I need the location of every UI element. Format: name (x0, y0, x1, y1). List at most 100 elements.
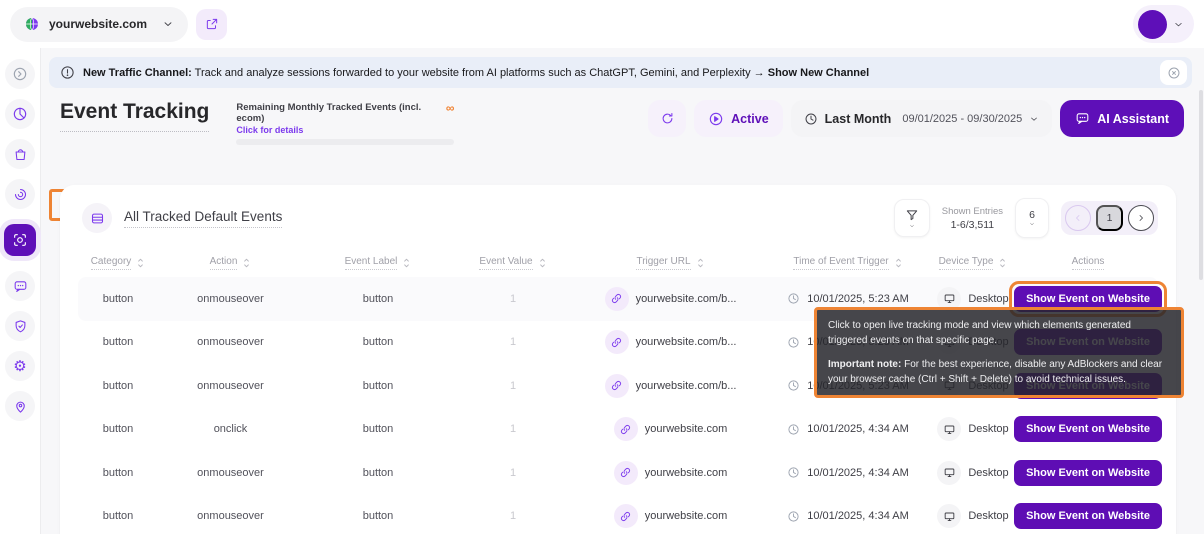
desktop-icon (937, 461, 961, 485)
remaining-events-widget: Remaining Monthly Tracked Events (incl. … (236, 100, 454, 145)
sort-icon[interactable] (538, 257, 547, 269)
trigger-url[interactable]: yourwebsite.com (645, 510, 728, 522)
table-row: button onmouseover button 1 yourwebsite.… (78, 495, 1158, 534)
play-circle-icon (708, 111, 724, 127)
sort-icon[interactable] (696, 257, 705, 269)
current-page[interactable]: 1 (1096, 205, 1123, 231)
website-favicon-globe-icon (24, 16, 40, 32)
link-icon (605, 374, 629, 398)
clock-icon (804, 112, 818, 126)
remaining-events-progressbar (236, 139, 454, 145)
link-icon (605, 287, 629, 311)
avatar (1138, 10, 1167, 39)
clock-icon (787, 466, 800, 479)
device-type: Desktop (968, 510, 1008, 522)
trigger-url[interactable]: yourwebsite.com (645, 423, 728, 435)
trigger-url[interactable]: yourwebsite.com (645, 467, 728, 479)
app-root: yourwebsite.com (0, 0, 1204, 534)
privacy-shield-icon[interactable] (5, 311, 35, 341)
refresh-button[interactable] (648, 100, 686, 137)
page-size-select[interactable]: 6 (1015, 198, 1049, 238)
page-header: Event Tracking Remaining Monthly Tracked… (60, 100, 1184, 145)
tooltip-line1: Click to open live tracking mode and vie… (828, 318, 1170, 348)
show-event-on-website-button[interactable]: Show Event on Website (1014, 503, 1162, 529)
events-table-card: All Tracked Default Events Shown Entries… (60, 185, 1176, 534)
sort-icon[interactable] (998, 257, 1007, 269)
table-tools: Shown Entries 1-6/3,511 6 1 (894, 198, 1158, 238)
analytics-pie-icon[interactable] (5, 99, 35, 129)
column-header[interactable]: Event Label (303, 256, 453, 270)
shopping-bag-icon[interactable] (5, 139, 35, 169)
trigger-url[interactable]: yourwebsite.com/b... (636, 336, 737, 348)
column-header[interactable]: Trigger URL (573, 256, 768, 270)
desktop-icon (937, 504, 961, 528)
column-header[interactable]: Device Type (928, 256, 1018, 270)
chat-bubble-icon (1075, 111, 1090, 126)
alert-circle-icon (60, 65, 75, 80)
website-selector[interactable]: yourwebsite.com (10, 7, 188, 42)
trigger-url[interactable]: yourwebsite.com/b... (636, 380, 737, 392)
sessions-swirl-icon[interactable] (5, 179, 35, 209)
column-header[interactable]: Time of Event Trigger (768, 256, 928, 270)
ai-assistant-label: AI Assistant (1097, 112, 1169, 126)
shown-entries: Shown Entries 1-6/3,511 (942, 206, 1003, 231)
remaining-events-value: ∞ (446, 102, 455, 114)
settings-gear-icon[interactable]: ⚙ (5, 351, 35, 381)
user-menu[interactable] (1133, 5, 1194, 43)
trigger-url[interactable]: yourwebsite.com/b... (636, 293, 737, 305)
shown-entries-value: 1-6/3,511 (942, 219, 1003, 231)
clock-icon (787, 379, 800, 392)
new-traffic-channel-banner: New Traffic Channel: Track and analyze s… (49, 57, 1192, 88)
device-type: Desktop (968, 467, 1008, 479)
column-header[interactable]: Event Value (453, 256, 573, 270)
banner-close-icon[interactable] (1160, 60, 1187, 85)
show-event-tooltip: Click to open live tracking mode and vie… (814, 307, 1184, 398)
filter-funnel-icon[interactable] (894, 199, 930, 237)
clock-icon (787, 510, 800, 523)
table-card-header: All Tracked Default Events Shown Entries… (78, 195, 1158, 241)
ai-assistant-button[interactable]: AI Assistant (1060, 100, 1184, 137)
event-tracking-scan-icon[interactable] (4, 224, 36, 256)
date-range-picker[interactable]: Last Month 09/01/2025 - 09/30/2025 (791, 100, 1053, 137)
sort-icon[interactable] (894, 257, 903, 269)
table-row: button onclick button 1 yourwebsite.com … (78, 408, 1158, 452)
remaining-details-link[interactable]: Click for details (236, 125, 454, 135)
pagination: 1 (1061, 201, 1158, 235)
period-label: Last Month (825, 112, 892, 126)
sort-icon[interactable] (242, 257, 251, 269)
clock-icon (787, 336, 800, 349)
tracking-status-button[interactable]: Active (694, 100, 783, 137)
main-content: New Traffic Channel: Track and analyze s… (41, 48, 1204, 534)
prev-page-icon[interactable] (1065, 205, 1091, 231)
column-header[interactable]: Action (158, 256, 303, 270)
chat-icon[interactable] (5, 271, 35, 301)
desktop-icon (937, 417, 961, 441)
sort-icon[interactable] (136, 257, 145, 269)
clock-icon (787, 423, 800, 436)
show-event-on-website-button[interactable]: Show Event on Website (1014, 416, 1162, 442)
link-icon (614, 504, 638, 528)
date-range-value: 09/01/2025 - 09/30/2025 (902, 113, 1022, 125)
event-time: 10/01/2025, 4:34 AM (807, 467, 909, 479)
show-event-on-website-button[interactable]: Show Event on Website (1014, 460, 1162, 486)
banner-action-link[interactable]: Show New Channel (768, 67, 869, 79)
shown-entries-label: Shown Entries (942, 206, 1003, 217)
next-page-icon[interactable] (1128, 205, 1154, 231)
link-icon (614, 461, 638, 485)
sort-icon[interactable] (402, 257, 411, 269)
topbar: yourwebsite.com (0, 0, 1204, 48)
collapse-sidebar-icon[interactable] (5, 59, 35, 89)
page-size-value: 6 (1029, 209, 1035, 221)
column-header[interactable]: Category (78, 256, 158, 270)
banner-title: New Traffic Channel: (83, 67, 192, 79)
device-type: Desktop (968, 293, 1008, 305)
event-time: 10/01/2025, 5:23 AM (807, 293, 909, 305)
chevron-down-icon (1173, 19, 1184, 30)
visitor-location-icon[interactable] (5, 391, 35, 421)
device-type: Desktop (968, 423, 1008, 435)
link-icon (614, 417, 638, 441)
clock-icon (787, 292, 800, 305)
open-website-button[interactable] (196, 9, 227, 40)
event-time: 10/01/2025, 4:34 AM (807, 423, 909, 435)
scrollbar[interactable] (1199, 90, 1203, 280)
